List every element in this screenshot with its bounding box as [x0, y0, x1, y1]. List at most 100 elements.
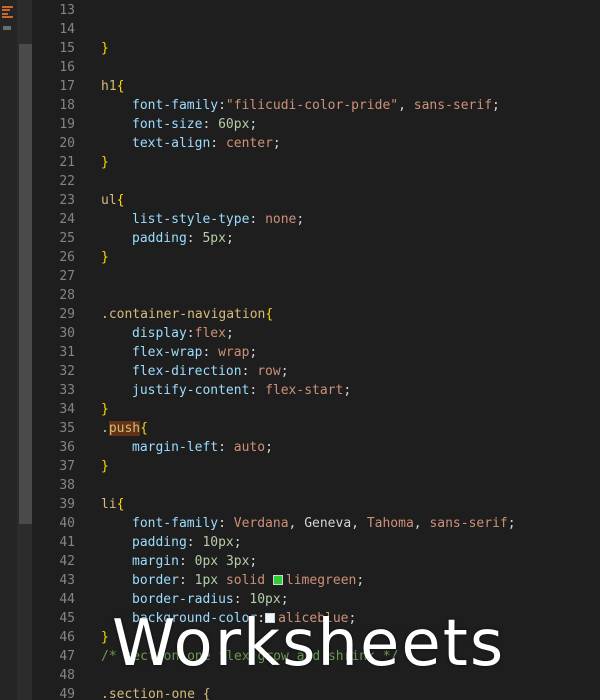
line-text: .container-navigation{: [75, 305, 273, 324]
code-editor[interactable]: 13 14 15} 16 17 h1{18 font-family:"filicudi-co…: [0, 0, 600, 700]
code-line[interactable]: 21}: [32, 153, 600, 172]
line-text: ul{: [75, 191, 124, 210]
code-line[interactable]: 20 text-align: center;: [32, 134, 600, 153]
line-number: 27: [59, 269, 75, 284]
code-line[interactable]: 13: [32, 1, 600, 20]
code-line[interactable]: 41 padding: 10px;: [32, 533, 600, 552]
code-line[interactable]: 16: [32, 58, 600, 77]
code-token: 1px: [194, 573, 219, 588]
code-line[interactable]: 26}: [32, 248, 600, 267]
code-token: display: [132, 326, 187, 341]
code-token: :: [186, 231, 203, 246]
code-line[interactable]: 31 flex-wrap: wrap;: [32, 343, 600, 362]
code-token: .container-navigation: [101, 307, 266, 322]
code-line[interactable]: 19 font-size: 60px;: [32, 115, 600, 134]
code-line[interactable]: 27: [32, 267, 600, 286]
code-token: ;: [233, 535, 242, 550]
code-area[interactable]: 13 14 15} 16 17 h1{18 font-family:"filicudi-co…: [32, 1, 600, 700]
code-token: ;: [249, 554, 258, 569]
code-line[interactable]: 25 padding: 5px;: [32, 229, 600, 248]
code-token: sans-serif: [429, 516, 508, 531]
code-line[interactable]: 33 justify-content: flex-start;: [32, 381, 600, 400]
code-line[interactable]: 43 border: 1px solid limegreen;: [32, 571, 600, 590]
code-line[interactable]: 23 ul{: [32, 191, 600, 210]
code-token: :: [218, 440, 234, 455]
line-text: flex-wrap: wrap;: [75, 343, 257, 362]
code-line[interactable]: 35 .push{: [32, 419, 600, 438]
code-token: border-radius: [132, 592, 234, 607]
line-number: 25: [59, 231, 75, 246]
line-number: 38: [59, 478, 75, 493]
code-line[interactable]: 32 flex-direction: row;: [32, 362, 600, 381]
line-text: [75, 172, 101, 191]
code-token: {: [116, 79, 125, 94]
code-token: }: [101, 250, 109, 265]
line-number: 21: [59, 155, 75, 170]
code-token: text-align: [132, 136, 211, 151]
code-line[interactable]: 17 h1{: [32, 77, 600, 96]
color-swatch-icon[interactable]: [272, 575, 283, 585]
code-line[interactable]: 39 li{: [32, 495, 600, 514]
code-token: ;: [249, 345, 258, 360]
code-line[interactable]: 30 display:flex;: [32, 324, 600, 343]
line-number: 20: [59, 136, 75, 151]
line-number: 23: [59, 193, 75, 208]
line-number: 42: [59, 554, 75, 569]
line-number: 44: [59, 592, 75, 607]
line-number: 47: [59, 649, 75, 664]
code-line[interactable]: 18 font-family:"filicudi-color-pride", sa…: [32, 96, 600, 115]
line-text: justify-content: flex-start;: [75, 381, 351, 400]
line-text: h1{: [75, 77, 124, 96]
code-line[interactable]: 38: [32, 476, 600, 495]
code-token: limegreen: [285, 573, 357, 588]
line-number: 33: [59, 383, 75, 398]
code-line[interactable]: 14: [32, 20, 600, 39]
line-text: [75, 267, 101, 286]
code-token: :: [233, 592, 250, 607]
code-token: 3px: [225, 554, 250, 569]
code-token: }: [101, 41, 109, 56]
code-token: }: [101, 630, 109, 645]
line-number: 48: [59, 668, 75, 683]
code-token: :: [178, 573, 195, 588]
code-token: ;: [272, 136, 281, 151]
line-text: padding: 5px;: [75, 229, 234, 248]
line-number: 17: [59, 79, 75, 94]
code-line[interactable]: 28: [32, 286, 600, 305]
scrollbar-thumb[interactable]: [19, 44, 32, 524]
code-token: 10px: [202, 535, 234, 550]
code-token: padding: [132, 535, 187, 550]
code-line[interactable]: 37}: [32, 457, 600, 476]
code-token: sans-serif: [413, 98, 493, 113]
code-token: :: [202, 117, 219, 132]
line-text: [75, 20, 101, 39]
code-line[interactable]: 22: [32, 172, 600, 191]
code-line[interactable]: 29 .container-navigation{: [32, 305, 600, 324]
code-line[interactable]: 24 list-style-type: none;: [32, 210, 600, 229]
code-token: li: [101, 497, 117, 512]
code-token: 5px: [202, 231, 226, 246]
code-line[interactable]: 49 .section-one {: [32, 685, 600, 700]
code-line[interactable]: 42 margin: 0px 3px;: [32, 552, 600, 571]
code-line[interactable]: 36 margin-left: auto;: [32, 438, 600, 457]
explorer-icon[interactable]: [2, 6, 13, 18]
code-line[interactable]: 40 font-family: Verdana, Geneva, Tahoma, …: [32, 514, 600, 533]
code-token: {: [265, 307, 274, 322]
line-number: 28: [59, 288, 75, 303]
code-token: list-style-type: [132, 212, 250, 227]
line-text: li{: [75, 495, 124, 514]
code-token: wrap: [218, 345, 250, 360]
code-token: ;: [280, 592, 289, 607]
code-token: }: [101, 402, 109, 417]
code-token: border: [132, 573, 179, 588]
activity-indicator-icon: [3, 26, 11, 30]
line-number: 19: [59, 117, 75, 132]
line-text: }: [75, 457, 109, 476]
line-text: font-family: Verdana, Geneva, Tahoma, sa…: [75, 514, 516, 533]
code-line[interactable]: 34}: [32, 400, 600, 419]
line-text: [75, 58, 101, 77]
code-line[interactable]: 15}: [32, 39, 600, 58]
line-text: .push{: [75, 419, 148, 438]
